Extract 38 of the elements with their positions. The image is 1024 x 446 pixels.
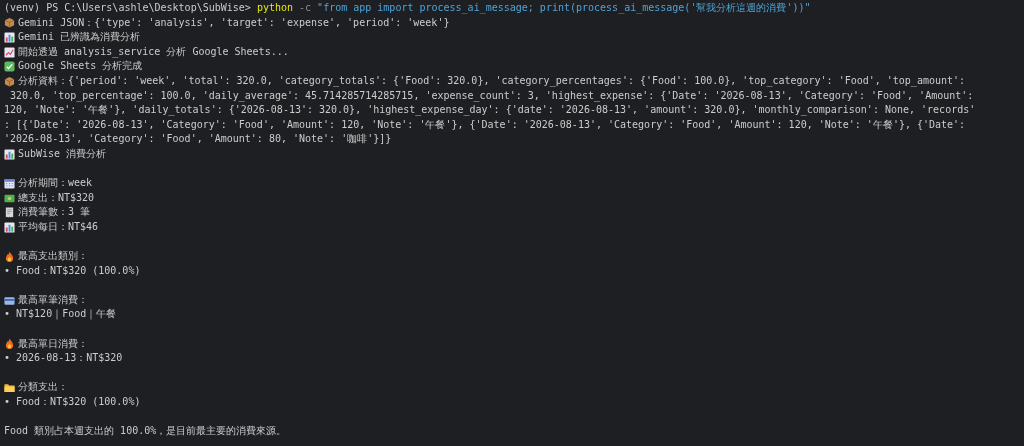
bar-chart-icon <box>4 32 15 43</box>
output-line: • Food：NT$320 (100.0%) <box>4 263 141 278</box>
output-line: 總支出：NT$320 <box>18 190 95 205</box>
receipt-icon <box>4 207 15 219</box>
package-icon <box>4 17 15 29</box>
output-line: Gemini JSON：{'type': 'analysis', 'target': 'expense', 'period': 'week'} <box>18 15 450 30</box>
check-icon <box>4 61 15 73</box>
output-line: 最高單日消費： <box>18 336 88 351</box>
command-line: (venv) PS C:\Users\ashle\Desktop\SubWise> python -c "from app import process_ai_message; print(process_ai_message('幫我分析這週的消費'))" <box>4 1 811 16</box>
output-line: Gemini 已辨識為消費分析 <box>18 30 141 45</box>
output-line: 分析期間：week <box>18 176 93 191</box>
line-chart-icon <box>4 46 15 58</box>
output-line: • 2026-08-13：NT$320 <box>4 351 123 366</box>
output-line: • NT$120｜Food｜午餐 <box>4 307 117 322</box>
folder-icon <box>4 382 15 394</box>
output-line: 320.0, 'top_percentage': 100.0, 'daily_average': 45.714285714285715, 'expense_count': 3, 'highest_expense': {'Date': '2026-08-13', 'Category': 'Food', 'Amount': <box>9 88 974 104</box>
output-line: '2026-08-13', 'Category': 'Food', 'Amount': 80, 'Note': '咖啡'}]} <box>4 132 392 147</box>
credit-card-icon <box>4 294 15 306</box>
output-line: : [{'Date': '2026-08-13', 'Category': 'Food', 'Amount': 120, 'Note': '午餐'}, {'Date': '2026-08-13', 'Category': 'Food', 'Amount': 120, 'Note': '午餐'}, {'Date': <box>4 117 966 132</box>
output-line: Food 類別占本週支出的 100.0%，是目前最主要的消費來源。 <box>4 424 287 439</box>
output-line: 消費筆數：3 筆 <box>18 205 91 220</box>
bar-chart-icon <box>4 221 15 233</box>
output-line: 分析資料：{'period': 'week', 'total': 320.0, 'category_totals': {'Food': 320.0}, 'category_percentages': {'Food': 100.0}, 'top_category': 'Food', 'top_amount': <box>18 73 966 89</box>
banknote-icon <box>4 192 15 204</box>
output-line: Google Sheets 分析完成 <box>18 59 143 74</box>
flame-icon <box>4 250 15 262</box>
output-line: 最高支出類別： <box>18 249 88 264</box>
output-line: 平均每日：NT$46 <box>18 219 99 234</box>
output-line: 分類支出： <box>18 380 68 395</box>
calendar-icon <box>4 177 15 189</box>
output-line: 最高單筆消費： <box>18 292 88 307</box>
output-line: SubWise 消費分析 <box>18 146 107 161</box>
output-line: 開始透過 analysis_service 分析 Google Sheets... <box>18 44 289 60</box>
output-line: 120, 'Note': '午餐'}, 'daily_totals': {'2026-08-13': 320.0}, 'highest_expense_day': {'date': '2026-08-13', 'amount': 320.0}, 'monthly_comparison': None, 'records' <box>4 103 976 118</box>
package-icon <box>4 75 15 87</box>
output-line: • Food：NT$320 (100.0%) <box>4 395 141 410</box>
bar-chart-icon <box>4 148 15 160</box>
flame-icon <box>4 338 15 350</box>
